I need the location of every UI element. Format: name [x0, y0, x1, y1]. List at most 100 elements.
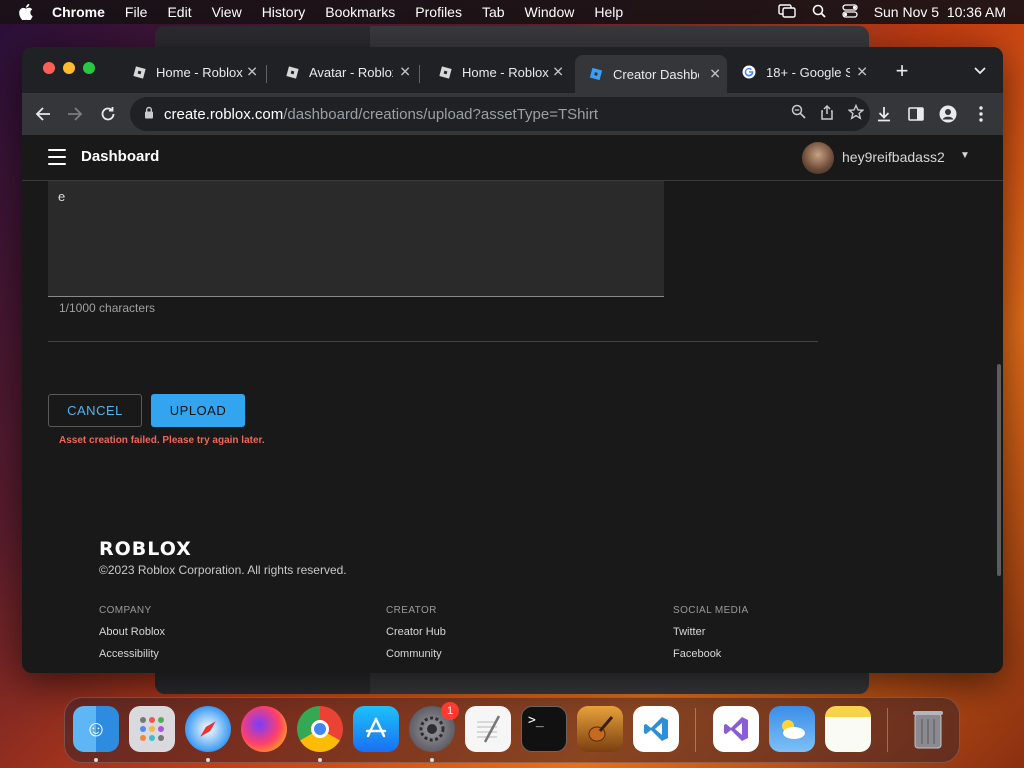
new-tab-plus-icon[interactable]: +: [891, 58, 913, 83]
profile-icon[interactable]: [937, 103, 959, 125]
roblox-favicon-icon: [438, 65, 452, 79]
menu-history[interactable]: History: [262, 4, 306, 20]
tab-close-icon[interactable]: ✕: [552, 64, 564, 81]
tab-close-icon[interactable]: ✕: [246, 64, 258, 81]
footer-heading-social-media: SOCIAL MEDIA: [673, 605, 749, 616]
page-content: Dashboard hey9reifbadass2 ▼ e 1/1000 cha…: [22, 135, 1003, 673]
menu-help[interactable]: Help: [594, 4, 623, 20]
textedit-icon[interactable]: [465, 706, 511, 752]
close-window-button[interactable]: [43, 62, 55, 74]
menu-edit[interactable]: Edit: [167, 4, 191, 20]
side-panel-icon[interactable]: [905, 103, 927, 125]
safari-icon[interactable]: [185, 706, 231, 752]
page-title: Dashboard: [81, 148, 160, 165]
visual-studio-icon[interactable]: [713, 706, 759, 752]
launchpad-icon[interactable]: [129, 706, 175, 752]
footer-heading-creator: CREATOR: [386, 605, 437, 616]
footer-link-community[interactable]: Community: [386, 648, 442, 660]
tab-title: 18+ - Google Search: [766, 64, 850, 80]
tab-home-roblox-1[interactable]: Home - Roblox ✕: [118, 55, 264, 89]
hamburger-menu-icon[interactable]: [48, 149, 66, 165]
lock-icon[interactable]: [144, 106, 154, 123]
bookmark-star-icon[interactable]: [847, 103, 865, 124]
url-host: create.roblox.com: [164, 105, 284, 123]
tab-strip: Home - Roblox ✕ Avatar - Roblox ✕ Home -…: [22, 47, 1003, 93]
menu-profiles[interactable]: Profiles: [415, 4, 462, 20]
back-arrow-icon[interactable]: [32, 103, 54, 125]
weather-icon[interactable]: [769, 706, 815, 752]
footer-heading-company: COMPANY: [99, 605, 152, 616]
trash-icon[interactable]: [905, 706, 951, 752]
kebab-menu-icon[interactable]: [970, 103, 992, 125]
cancel-button[interactable]: CANCEL: [48, 394, 142, 427]
roblox-logo[interactable]: ROBLOX: [99, 538, 192, 560]
copyright-text: ©2023 Roblox Corporation. All rights res…: [99, 563, 347, 577]
tab-google-search[interactable]: 18+ - Google Search ✕: [728, 55, 874, 89]
footer-link-facebook[interactable]: Facebook: [673, 648, 721, 660]
roblox-studio-favicon-icon: [589, 67, 603, 81]
section-divider: [48, 341, 818, 342]
username-label[interactable]: hey9reifbadass2: [842, 149, 945, 165]
footer-link-creator-hub[interactable]: Creator Hub: [386, 626, 446, 638]
description-textarea[interactable]: e: [48, 181, 664, 297]
google-favicon-icon: [742, 65, 756, 79]
footer-link-accessibility[interactable]: Accessibility: [99, 648, 159, 660]
screen-mirroring-icon[interactable]: [777, 3, 796, 21]
url-path: /dashboard/creations/upload?assetType=TS…: [283, 105, 598, 123]
menu-window[interactable]: Window: [525, 4, 575, 20]
spotlight-search-icon[interactable]: [812, 4, 826, 21]
dashboard-app-bar: Dashboard hey9reifbadass2 ▼: [22, 135, 1003, 181]
footer-link-twitter[interactable]: Twitter: [673, 626, 705, 638]
menu-view[interactable]: View: [212, 4, 242, 20]
menu-bookmarks[interactable]: Bookmarks: [325, 4, 395, 20]
tab-title: Home - Roblox: [462, 64, 549, 80]
zoom-magnifier-icon[interactable]: [791, 104, 806, 124]
chrome-window: Home - Roblox ✕ Avatar - Roblox ✕ Home -…: [22, 47, 1003, 673]
tab-close-icon[interactable]: ✕: [709, 66, 721, 83]
share-icon[interactable]: [820, 104, 834, 124]
chrome-icon[interactable]: [297, 706, 343, 752]
vscode-icon[interactable]: [633, 706, 679, 752]
browser-toolbar: create.roblox.com/dashboard/creations/up…: [22, 93, 1003, 135]
footer-link-about-roblox[interactable]: About Roblox: [99, 626, 165, 638]
reload-icon[interactable]: [97, 103, 119, 125]
tab-title: Avatar - Roblox: [309, 64, 393, 80]
tab-home-roblox-2[interactable]: Home - Roblox ✕: [424, 55, 570, 89]
error-message: Asset creation failed. Please try again …: [59, 435, 265, 446]
tab-title: Home - Roblox: [156, 64, 243, 80]
control-center-icon[interactable]: [842, 3, 858, 21]
minimize-window-button[interactable]: [63, 62, 75, 74]
menu-file[interactable]: File: [125, 4, 148, 20]
tab-title: Creator Dashboard: [613, 66, 699, 82]
apple-menu-icon[interactable]: [0, 4, 52, 20]
notes-icon[interactable]: [825, 706, 871, 752]
clock-datetime[interactable]: Sun Nov 5 10:36 AM: [874, 4, 1006, 20]
tab-close-icon[interactable]: ✕: [856, 64, 868, 81]
finder-icon[interactable]: ☺: [73, 706, 119, 752]
scrollbar-thumb[interactable]: [997, 364, 1001, 576]
tab-search-chevron-icon[interactable]: [969, 60, 991, 82]
dock: ☺ 1 >_: [64, 697, 960, 763]
menu-app-name[interactable]: Chrome: [52, 4, 105, 20]
description-value: e: [58, 189, 66, 204]
character-count: 1/1000 characters: [59, 301, 156, 315]
firefox-icon[interactable]: [241, 706, 287, 752]
tab-avatar-roblox[interactable]: Avatar - Roblox ✕: [271, 55, 417, 89]
zoom-window-button[interactable]: [83, 62, 95, 74]
download-icon[interactable]: [873, 103, 895, 125]
tab-close-icon[interactable]: ✕: [399, 64, 411, 81]
terminal-icon[interactable]: >_: [521, 706, 567, 752]
roblox-favicon-icon: [285, 65, 299, 79]
address-bar[interactable]: create.roblox.com/dashboard/creations/up…: [130, 97, 870, 131]
menu-tab[interactable]: Tab: [482, 4, 505, 20]
forward-arrow-icon[interactable]: [64, 103, 86, 125]
app-store-icon[interactable]: [353, 706, 399, 752]
garageband-icon[interactable]: [577, 706, 623, 752]
upload-button[interactable]: UPLOAD: [151, 394, 245, 427]
tab-creator-dashboard[interactable]: Creator Dashboard ✕: [575, 55, 727, 93]
avatar[interactable]: [802, 142, 834, 174]
roblox-favicon-icon: [132, 65, 146, 79]
notification-badge: 1: [441, 702, 459, 720]
menu-bar: Chrome File Edit View History Bookmarks …: [0, 0, 1024, 24]
user-dropdown-caret-icon[interactable]: ▼: [960, 150, 970, 161]
